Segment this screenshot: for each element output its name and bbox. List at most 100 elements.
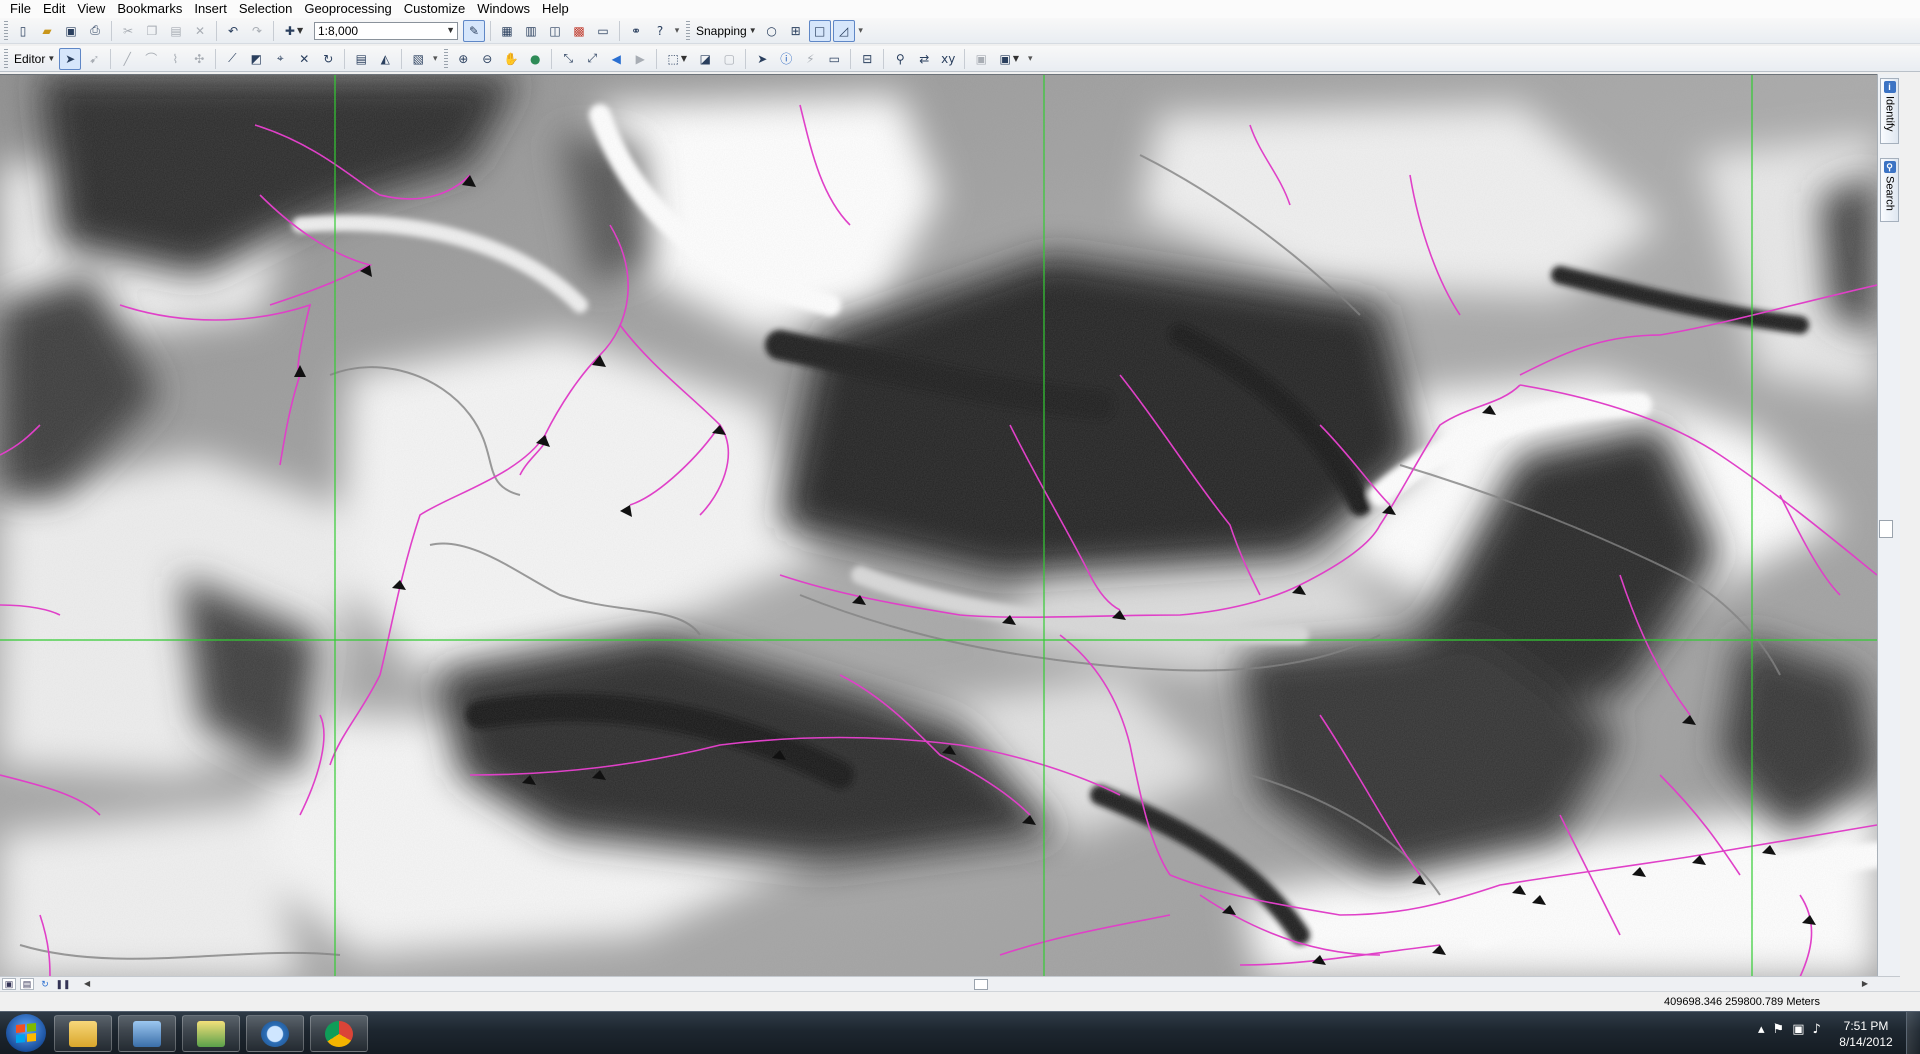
action-center-flag-icon[interactable]: ⚑ (1773, 1022, 1785, 1037)
split-tool-icon[interactable]: ✕ (293, 48, 315, 70)
taskbar-arcgis[interactable] (182, 1015, 240, 1052)
tools-toolbar-options-icon[interactable]: ▾ (1025, 53, 1035, 64)
snapping-toolbar-grip[interactable] (686, 20, 690, 41)
rotate-tool-icon[interactable]: ↻ (317, 48, 339, 70)
clear-selection-icon[interactable]: ◪ (694, 48, 716, 70)
full-extent-icon[interactable]: ● (524, 48, 546, 70)
fixed-zoom-in-icon[interactable]: ⤡ (557, 48, 579, 70)
new-document-icon[interactable]: ▯ (12, 20, 34, 42)
viewer-window-icon[interactable]: ▣ ▼ (994, 48, 1024, 70)
tools-toolbar-grip[interactable] (444, 48, 449, 69)
find-route-icon[interactable]: ⇄ (913, 48, 935, 70)
redo-icon[interactable]: ↷ (246, 20, 268, 42)
copy-icon[interactable]: ❐ (141, 20, 163, 42)
menu-edit[interactable]: Edit (37, 0, 71, 18)
map-display[interactable] (0, 74, 1877, 976)
show-hidden-icons-icon[interactable]: ▴ (1758, 1022, 1765, 1037)
whats-this-icon[interactable]: ? (649, 20, 671, 42)
data-view-icon[interactable]: ▣ (2, 978, 16, 990)
model-builder-icon[interactable]: ⚭ (625, 20, 647, 42)
point-snapping-icon[interactable]: ○ (761, 20, 783, 42)
go-back-icon[interactable]: ◀ (605, 48, 627, 70)
map-scale-combobox[interactable]: 1:8,000 ▼ (314, 21, 458, 40)
pause-drawing-icon[interactable]: ❚❚ (55, 978, 70, 990)
menu-insert[interactable]: Insert (188, 0, 233, 18)
zoom-out-icon[interactable]: ⊖ (476, 48, 498, 70)
edit-tool-icon[interactable]: ➤ (59, 47, 82, 70)
start-button[interactable] (6, 1014, 46, 1052)
menu-geoprocessing[interactable]: Geoprocessing (298, 0, 397, 18)
end-point-arc-icon[interactable]: ⌒ (140, 48, 162, 70)
pan-icon[interactable]: ✋ (500, 48, 522, 70)
toolbar-grip[interactable] (4, 48, 8, 69)
editor-toolbar-options-icon[interactable]: ▾ (430, 53, 440, 64)
taskbar-chrome[interactable] (310, 1015, 368, 1052)
hyperlink-icon[interactable]: ⚡ (799, 48, 821, 70)
hillshade-map[interactable] (0, 75, 1877, 976)
taskbar-computer-management[interactable] (118, 1015, 176, 1052)
taskbar-magnifier[interactable] (246, 1015, 304, 1052)
edit-vertices-icon[interactable]: ⟋ (221, 48, 243, 70)
toolbar-grip[interactable] (4, 20, 8, 41)
snapping-menu[interactable]: Snapping ▼ (693, 20, 760, 42)
end-snapping-icon[interactable]: ⊞ (785, 20, 807, 42)
find-icon[interactable]: ⚲ (889, 48, 911, 70)
editor-menu[interactable]: Editor ▼ (11, 48, 58, 70)
html-popup-icon[interactable]: ▭ (823, 48, 845, 70)
cut-polygons-icon[interactable]: ⌖ (269, 48, 291, 70)
go-to-xy-icon[interactable]: xy (937, 48, 959, 70)
attributes-icon[interactable]: ▤ (350, 48, 372, 70)
reshape-feature-icon[interactable]: ◩ (245, 48, 267, 70)
network-icon[interactable]: ▣ (1792, 1022, 1804, 1037)
menu-selection[interactable]: Selection (233, 0, 298, 18)
open-folder-icon[interactable]: ▰ (36, 20, 58, 42)
table-of-contents-icon[interactable]: ▦ (496, 20, 518, 42)
print-icon[interactable]: ⎙ (84, 20, 106, 42)
point-icon[interactable]: ✣ (188, 48, 210, 70)
chevron-down-icon[interactable]: ▼ (446, 25, 455, 35)
search-dock-tab[interactable]: ⚲ Search (1880, 158, 1899, 222)
measure-icon[interactable]: ⊟ (856, 48, 878, 70)
create-features-icon[interactable]: ▧ (407, 48, 429, 70)
scroll-right-icon[interactable]: ▶ (1862, 979, 1868, 988)
menu-file[interactable]: File (0, 0, 37, 18)
search-window-icon[interactable]: ◫ (544, 20, 566, 42)
layout-view-icon[interactable]: ▤ (20, 978, 34, 990)
select-elements-icon[interactable]: ▢ (718, 48, 740, 70)
menu-view[interactable]: View (71, 0, 111, 18)
horizontal-scrollbar-thumb[interactable] (974, 979, 988, 990)
straight-segment-icon[interactable]: ╱ (116, 48, 138, 70)
select-elements-pointer-icon[interactable]: ➤ (751, 48, 773, 70)
taskbar-clock[interactable]: 7:51 PM 8/14/2012 (1836, 1018, 1896, 1050)
vertex-snapping-icon[interactable]: □ (808, 19, 831, 42)
menu-windows[interactable]: Windows (471, 0, 536, 18)
edge-snapping-icon[interactable]: ◿ (832, 19, 855, 42)
menu-bookmarks[interactable]: Bookmarks (111, 0, 188, 18)
edit-annotation-icon[interactable]: ➹ (83, 48, 105, 70)
fixed-zoom-out-icon[interactable]: ⤢ (581, 48, 603, 70)
python-window-icon[interactable]: ▭ (592, 20, 614, 42)
scroll-left-icon[interactable]: ◀ (84, 979, 90, 988)
select-features-icon[interactable]: ⬚ ▼ (662, 48, 692, 70)
menu-help[interactable]: Help (536, 0, 575, 18)
sketch-properties-icon[interactable]: ◭ (374, 48, 396, 70)
editor-toolbar-icon[interactable]: ✎ (463, 19, 485, 42)
zoom-in-icon[interactable]: ⊕ (452, 48, 474, 70)
trace-icon[interactable]: ⌇ (164, 48, 186, 70)
cut-icon[interactable]: ✂ (117, 20, 139, 42)
taskbar-windows-explorer[interactable] (54, 1015, 112, 1052)
delete-icon[interactable]: ✕ (189, 20, 211, 42)
volume-icon[interactable]: ♪ (1812, 1022, 1820, 1037)
catalog-window-icon[interactable]: ▥ (520, 20, 542, 42)
time-slider-icon[interactable]: ▣ (970, 48, 992, 70)
identify-icon[interactable]: ⓘ (775, 48, 797, 70)
menu-customize[interactable]: Customize (398, 0, 471, 18)
refresh-view-icon[interactable]: ↻ (38, 978, 52, 990)
paste-icon[interactable]: ▤ (165, 20, 187, 42)
arctoolbox-icon[interactable]: ▩ (568, 20, 590, 42)
identify-dock-tab[interactable]: i Identify (1880, 78, 1899, 144)
show-desktop-button[interactable] (1906, 1012, 1920, 1054)
undo-icon[interactable]: ↶ (222, 20, 244, 42)
horizontal-scrollbar[interactable]: ◀ ▶ (84, 979, 1868, 990)
add-data-icon[interactable]: ✚ ▼ (279, 20, 309, 42)
